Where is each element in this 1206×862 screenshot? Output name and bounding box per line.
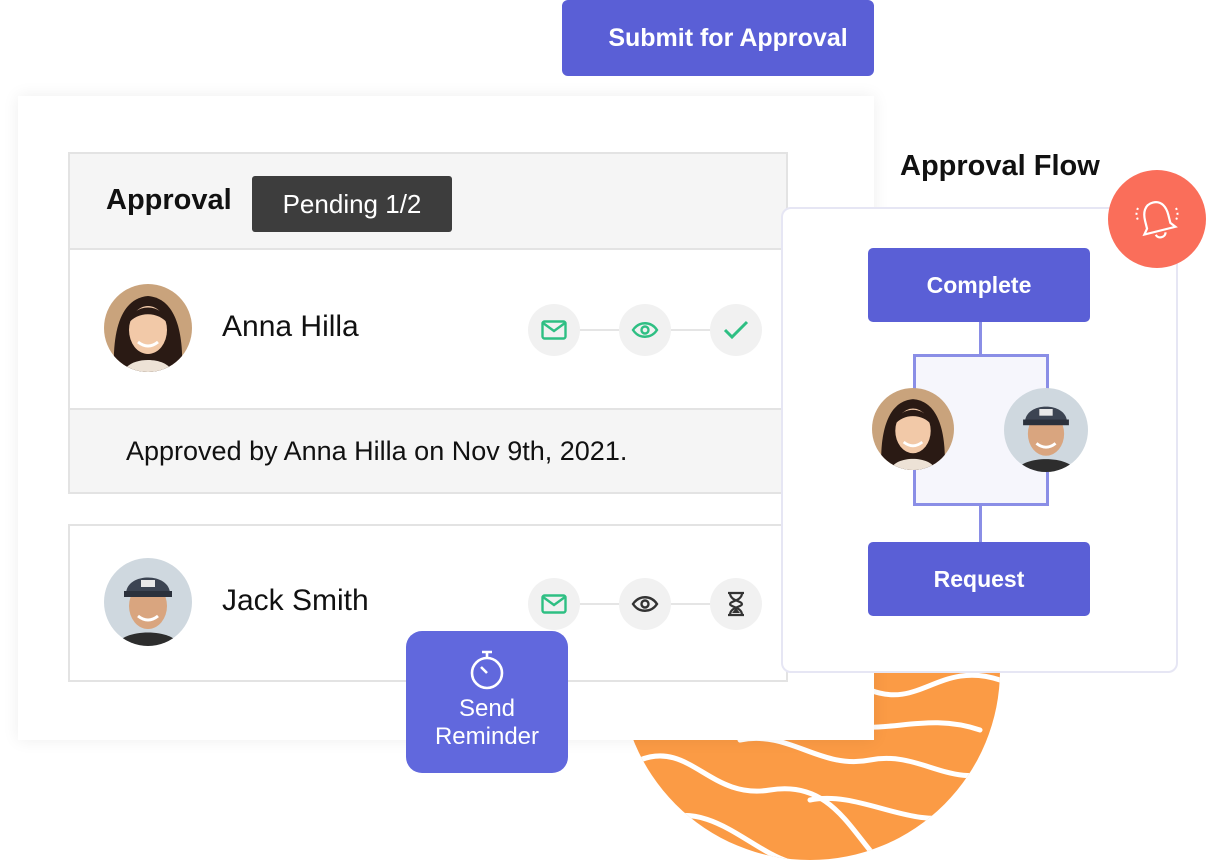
submit-for-approval-button[interactable]: Submit for Approval <box>562 0 874 76</box>
eye-icon <box>619 578 671 630</box>
stopwatch-icon <box>470 650 504 690</box>
avatar <box>104 558 192 646</box>
status-badge: Pending 1/2 <box>252 176 452 232</box>
send-reminder-label-line1: Send <box>458 695 516 722</box>
avatar <box>1004 388 1088 472</box>
complete-button-label: Complete <box>926 271 1032 298</box>
request-button-label: Request <box>933 565 1025 592</box>
approver-name: Jack Smith <box>222 584 369 617</box>
approver-name: Anna Hilla <box>222 310 359 343</box>
hourglass-icon <box>710 578 762 630</box>
approved-note: Approved by Anna Hilla on Nov 9th, 2021. <box>68 408 788 494</box>
check-icon <box>710 304 762 356</box>
send-reminder-label-line2: Reminder <box>434 723 540 750</box>
approval-header: Approval Pending 1/2 <box>68 152 788 250</box>
approval-title: Approval <box>106 184 232 216</box>
avatar <box>104 284 192 372</box>
flow-connector <box>979 504 982 544</box>
avatar <box>872 388 954 470</box>
send-reminder-button[interactable]: Send Reminder <box>406 631 568 773</box>
mail-icon <box>528 578 580 630</box>
request-button[interactable]: Request <box>868 542 1090 616</box>
flow-connector <box>979 322 982 356</box>
bell-icon <box>1135 201 1179 239</box>
notification-button[interactable] <box>1108 170 1206 268</box>
complete-button[interactable]: Complete <box>868 248 1090 322</box>
mail-icon <box>528 304 580 356</box>
approved-note-text: Approved by Anna Hilla on Nov 9th, 2021. <box>126 436 628 466</box>
approval-flow-title: Approval Flow <box>900 150 1100 182</box>
eye-icon <box>619 304 671 356</box>
submit-button-label: Submit for Approval <box>608 23 848 52</box>
approver-row-anna: Anna Hilla <box>68 248 788 410</box>
